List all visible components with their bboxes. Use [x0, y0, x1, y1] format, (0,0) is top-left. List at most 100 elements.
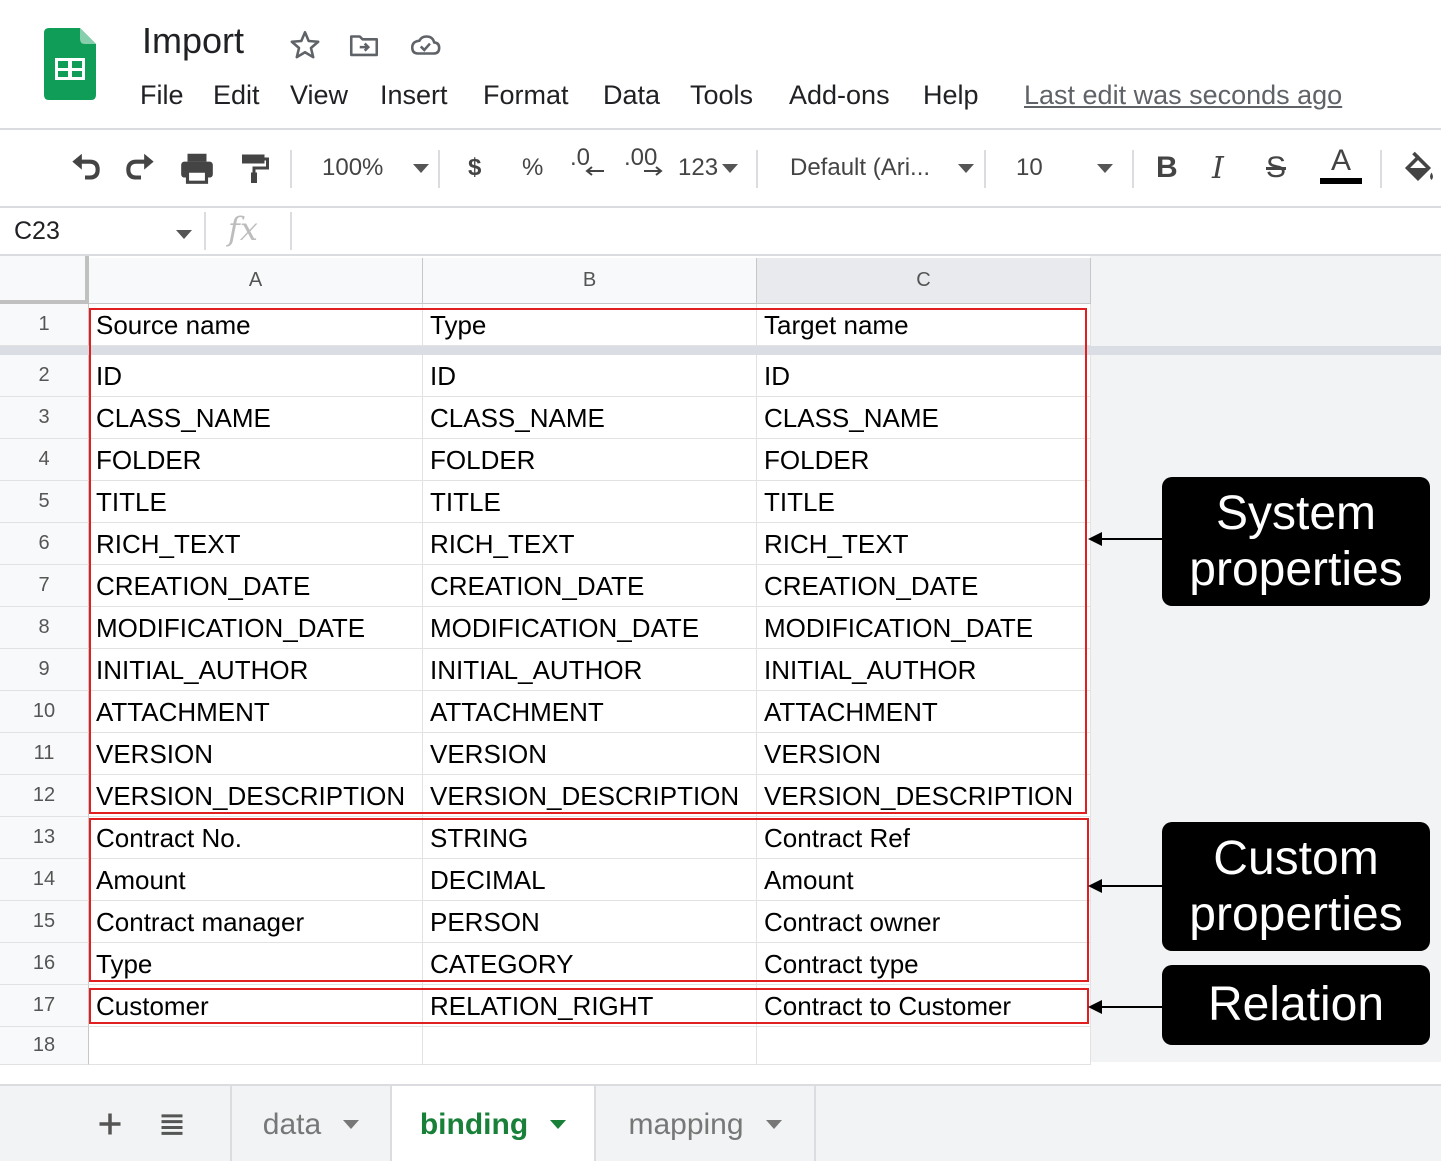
cell-a17[interactable]: Customer [89, 985, 423, 1027]
menu-format[interactable]: Format [483, 80, 569, 111]
row-header-11[interactable]: 11 [0, 733, 89, 775]
cell-a5[interactable]: TITLE [89, 481, 423, 523]
cell-c16[interactable]: Contract type [757, 943, 1091, 985]
cell-b3[interactable]: CLASS_NAME [423, 397, 757, 439]
cell-c12[interactable]: VERSION_DESCRIPTION [757, 775, 1091, 817]
move-folder-icon[interactable] [347, 28, 381, 62]
name-box[interactable]: C23 [14, 217, 60, 246]
strikethrough-button[interactable]: S [1266, 148, 1286, 188]
cell-b6[interactable]: RICH_TEXT [423, 523, 757, 565]
cell-b10[interactable]: ATTACHMENT [423, 691, 757, 733]
select-all-corner[interactable] [0, 256, 89, 304]
column-header-a[interactable]: A [89, 258, 423, 304]
cell-b9[interactable]: INITIAL_AUTHOR [423, 649, 757, 691]
cell-b16[interactable]: CATEGORY [423, 943, 757, 985]
sheet-tab-mapping[interactable]: mapping [596, 1086, 816, 1161]
add-sheet-icon[interactable] [96, 1110, 124, 1138]
document-title[interactable]: Import [142, 20, 244, 62]
cell-c17[interactable]: Contract to Customer [757, 985, 1091, 1027]
chevron-down-icon[interactable] [343, 1120, 360, 1129]
print-icon[interactable] [178, 148, 216, 188]
menu-help[interactable]: Help [923, 80, 979, 111]
cell-c2[interactable]: ID [757, 355, 1091, 397]
row-header-9[interactable]: 9 [0, 649, 89, 691]
cell-b7[interactable]: CREATION_DATE [423, 565, 757, 607]
italic-button[interactable]: I [1212, 148, 1224, 188]
cell-a9[interactable]: INITIAL_AUTHOR [89, 649, 423, 691]
cell-c4[interactable]: FOLDER [757, 439, 1091, 481]
cell-b13[interactable]: STRING [423, 817, 757, 859]
row-header-8[interactable]: 8 [0, 607, 89, 649]
row-header-10[interactable]: 10 [0, 691, 89, 733]
cell-a7[interactable]: CREATION_DATE [89, 565, 423, 607]
cell-a4[interactable]: FOLDER [89, 439, 423, 481]
undo-icon[interactable] [66, 148, 104, 188]
cell-c14[interactable]: Amount [757, 859, 1091, 901]
paint-format-icon[interactable] [236, 148, 272, 188]
sheet-tab-data[interactable]: data [230, 1086, 392, 1161]
text-color-button[interactable]: A [1320, 144, 1362, 194]
cell-c6[interactable]: RICH_TEXT [757, 523, 1091, 565]
cell-b1[interactable]: Type [423, 304, 757, 346]
cell-c8[interactable]: MODIFICATION_DATE [757, 607, 1091, 649]
cell-c7[interactable]: CREATION_DATE [757, 565, 1091, 607]
cell-a6[interactable]: RICH_TEXT [89, 523, 423, 565]
frozen-row-divider[interactable] [0, 346, 1441, 355]
cell-b17[interactable]: RELATION_RIGHT [423, 985, 757, 1027]
zoom-select[interactable]: 100% [322, 148, 430, 188]
cell-c1[interactable]: Target name [757, 304, 1091, 346]
cell-a10[interactable]: ATTACHMENT [89, 691, 423, 733]
chevron-down-icon[interactable] [550, 1120, 567, 1129]
menu-view[interactable]: View [290, 80, 348, 111]
chevron-down-icon[interactable] [176, 230, 192, 239]
cell-c13[interactable]: Contract Ref [757, 817, 1091, 859]
cell-c10[interactable]: ATTACHMENT [757, 691, 1091, 733]
row-header-16[interactable]: 16 [0, 943, 89, 985]
row-header-6[interactable]: 6 [0, 523, 89, 565]
fill-color-icon[interactable] [1400, 148, 1436, 188]
cell-c15[interactable]: Contract owner [757, 901, 1091, 943]
cell-c11[interactable]: VERSION [757, 733, 1091, 775]
cell-a8[interactable]: MODIFICATION_DATE [89, 607, 423, 649]
all-sheets-icon[interactable] [157, 1110, 187, 1138]
menu-insert[interactable]: Insert [380, 80, 448, 111]
cell-a14[interactable]: Amount [89, 859, 423, 901]
cell-a13[interactable]: Contract No. [89, 817, 423, 859]
font-size-select[interactable]: 10 [1016, 148, 1113, 188]
cell-b14[interactable]: DECIMAL [423, 859, 757, 901]
row-header-4[interactable]: 4 [0, 439, 89, 481]
more-formats-button[interactable]: 123 [678, 148, 739, 188]
cell-c3[interactable]: CLASS_NAME [757, 397, 1091, 439]
row-header-12[interactable]: 12 [0, 775, 89, 817]
cell-b5[interactable]: TITLE [423, 481, 757, 523]
row-header-17[interactable]: 17 [0, 985, 89, 1027]
menu-tools[interactable]: Tools [690, 80, 753, 111]
increase-decimal-button[interactable]: .00 [624, 144, 664, 192]
cell-b4[interactable]: FOLDER [423, 439, 757, 481]
row-header-14[interactable]: 14 [0, 859, 89, 901]
last-edit-link[interactable]: Last edit was seconds ago [1024, 80, 1342, 111]
cell-b11[interactable]: VERSION [423, 733, 757, 775]
currency-format-button[interactable]: $ [468, 148, 481, 188]
row-header-3[interactable]: 3 [0, 397, 89, 439]
star-icon[interactable] [288, 28, 322, 62]
row-header-15[interactable]: 15 [0, 901, 89, 943]
row-header-7[interactable]: 7 [0, 565, 89, 607]
cell-a3[interactable]: CLASS_NAME [89, 397, 423, 439]
column-header-b[interactable]: B [423, 258, 757, 304]
cell-a11[interactable]: VERSION [89, 733, 423, 775]
menu-edit[interactable]: Edit [213, 80, 260, 111]
cell-b15[interactable]: PERSON [423, 901, 757, 943]
cloud-saved-icon[interactable] [408, 28, 442, 62]
sheets-logo-icon[interactable] [44, 28, 96, 100]
redo-icon[interactable] [122, 148, 160, 188]
cell-c9[interactable]: INITIAL_AUTHOR [757, 649, 1091, 691]
cell-b12[interactable]: VERSION_DESCRIPTION [423, 775, 757, 817]
cell-c5[interactable]: TITLE [757, 481, 1091, 523]
menu-addons[interactable]: Add-ons [789, 80, 890, 111]
cell-a12[interactable]: VERSION_DESCRIPTION [89, 775, 423, 817]
cell-b2[interactable]: ID [423, 355, 757, 397]
font-family-select[interactable]: Default (Ari... [790, 148, 975, 188]
bold-button[interactable]: B [1156, 148, 1178, 188]
column-header-c[interactable]: C [757, 258, 1091, 304]
